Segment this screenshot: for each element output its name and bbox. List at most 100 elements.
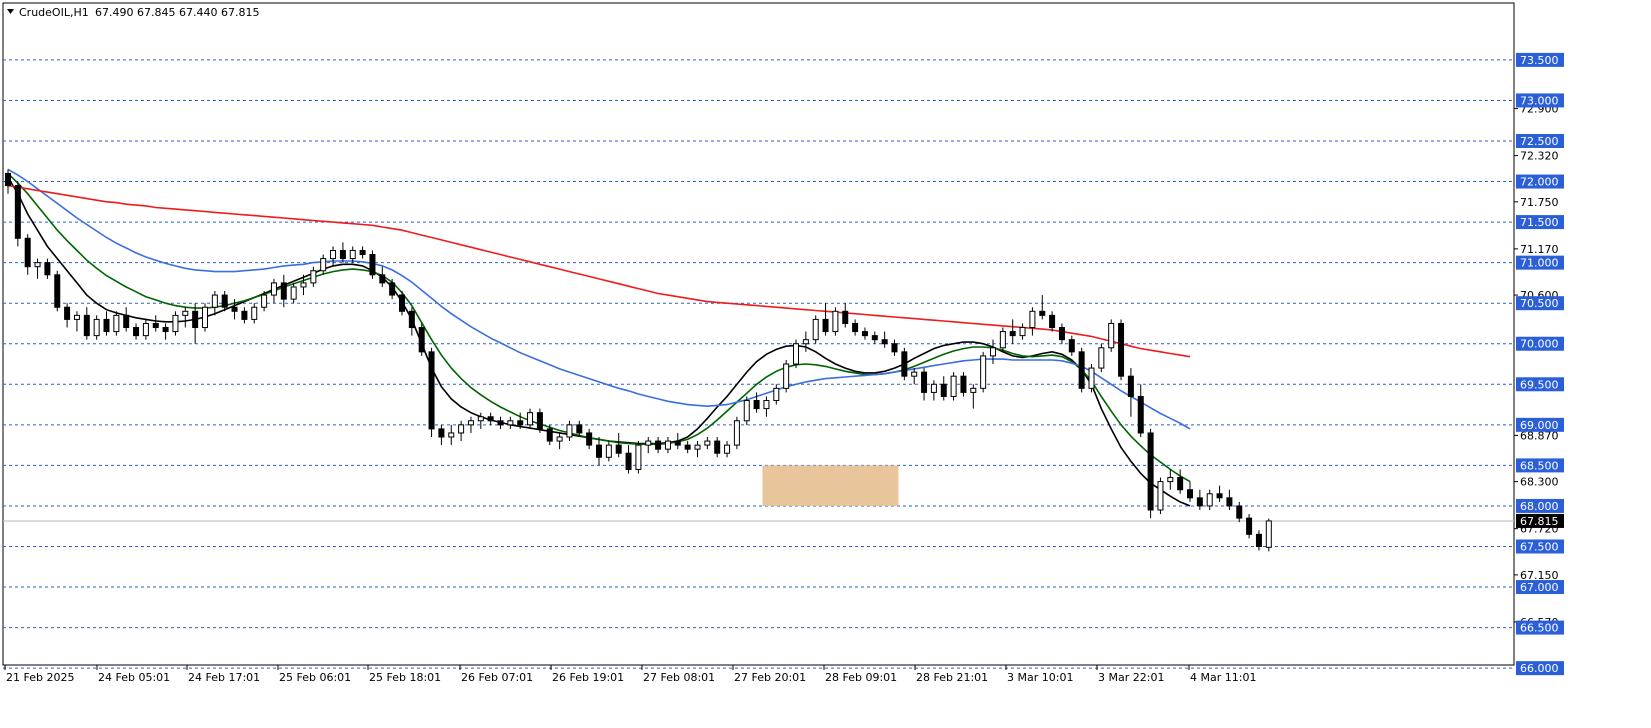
candle xyxy=(487,412,494,425)
candle-body xyxy=(625,452,632,470)
candle xyxy=(44,258,51,279)
candle xyxy=(448,424,455,446)
zone-layer xyxy=(762,465,899,506)
candle xyxy=(635,441,642,474)
candle-body xyxy=(152,322,159,329)
candle-body xyxy=(802,339,809,345)
candle xyxy=(881,331,888,348)
candle-body xyxy=(1058,327,1065,341)
candle-body xyxy=(389,282,396,296)
candle-body xyxy=(64,306,71,320)
candle-body xyxy=(330,249,337,260)
level-tag-label: 73.000 xyxy=(1520,94,1559,107)
candle xyxy=(211,291,218,316)
candle-body xyxy=(438,428,445,438)
candle xyxy=(202,303,208,332)
candle-body xyxy=(310,270,317,284)
candle xyxy=(783,359,790,393)
candle xyxy=(1157,477,1164,515)
candle xyxy=(1187,481,1193,502)
candle-body xyxy=(881,339,888,345)
candle xyxy=(142,319,149,340)
candle xyxy=(83,307,90,340)
candle xyxy=(802,331,809,352)
candle-body xyxy=(517,420,524,426)
candle xyxy=(5,169,11,194)
candle xyxy=(645,437,652,454)
candle xyxy=(330,246,337,267)
time-tick-label: 24 Feb 05:01 xyxy=(98,671,170,684)
level-tag-label: 70.500 xyxy=(1520,297,1559,310)
candle-body xyxy=(733,420,740,446)
candle-body xyxy=(14,185,21,239)
candle xyxy=(891,339,898,356)
candle-body xyxy=(645,440,652,446)
candle xyxy=(251,303,258,324)
candle-body xyxy=(1216,493,1223,499)
candle-body xyxy=(418,327,425,353)
candle xyxy=(34,258,41,279)
candle xyxy=(241,307,248,324)
level-tag-label: 72.000 xyxy=(1520,176,1559,189)
candle xyxy=(24,234,31,275)
level-tag-label: 66.500 xyxy=(1520,622,1559,635)
candle-body xyxy=(182,310,189,316)
candle xyxy=(280,274,287,308)
candle xyxy=(320,254,327,275)
candle-body xyxy=(369,254,376,276)
candle-body xyxy=(655,440,662,450)
candle-body xyxy=(93,318,100,337)
candle-body xyxy=(980,355,987,389)
candle-body xyxy=(793,343,799,365)
chart-header: CrudeOIL,H1 67.490 67.845 67.440 67.815 xyxy=(7,6,259,19)
axis-tick-label: 72.320 xyxy=(1520,150,1559,163)
candle xyxy=(418,323,425,356)
time-tick-label: 25 Feb 06:01 xyxy=(279,671,351,684)
level-tag-label: 66.000 xyxy=(1520,662,1559,675)
candle xyxy=(339,242,346,263)
candle xyxy=(192,303,199,344)
candle-body xyxy=(1196,497,1203,507)
candle xyxy=(290,282,297,304)
candle xyxy=(428,347,435,438)
collapse-triangle-icon[interactable] xyxy=(7,9,14,14)
candle-body xyxy=(1137,395,1144,434)
candle-body xyxy=(172,314,179,333)
candle xyxy=(950,372,957,401)
candle-body xyxy=(1177,477,1184,491)
candle xyxy=(566,420,573,442)
candle-body xyxy=(546,428,553,442)
candle-body xyxy=(290,286,297,300)
candle xyxy=(1058,323,1065,344)
candle xyxy=(497,416,504,429)
candle xyxy=(970,384,977,409)
candle xyxy=(152,315,159,332)
candle-body xyxy=(251,306,258,320)
candle-body xyxy=(211,294,218,308)
candle-body xyxy=(83,314,90,337)
candle xyxy=(664,437,671,454)
candle xyxy=(1147,428,1154,519)
candles xyxy=(5,169,1272,552)
candle-body xyxy=(763,400,770,410)
candle-body xyxy=(349,249,356,260)
candle xyxy=(596,437,602,466)
candle-body xyxy=(300,282,307,288)
candle-body xyxy=(123,314,130,329)
candle-body xyxy=(133,327,140,337)
candle-body xyxy=(1206,493,1213,507)
price-chart[interactable]: 72.90072.32071.75071.17070.60068.87068.3… xyxy=(0,0,1651,725)
candle xyxy=(93,315,100,340)
candle xyxy=(674,432,681,450)
candle-body xyxy=(103,318,110,333)
candle xyxy=(1098,343,1105,373)
candle-body xyxy=(714,440,721,454)
candle-body xyxy=(497,420,504,426)
candle-body xyxy=(1246,517,1253,535)
candle-body xyxy=(1108,322,1115,349)
candle-body xyxy=(891,343,898,353)
candle-body xyxy=(1157,481,1164,511)
candle xyxy=(1265,518,1272,552)
candle xyxy=(408,307,415,336)
candle-body xyxy=(674,440,681,446)
